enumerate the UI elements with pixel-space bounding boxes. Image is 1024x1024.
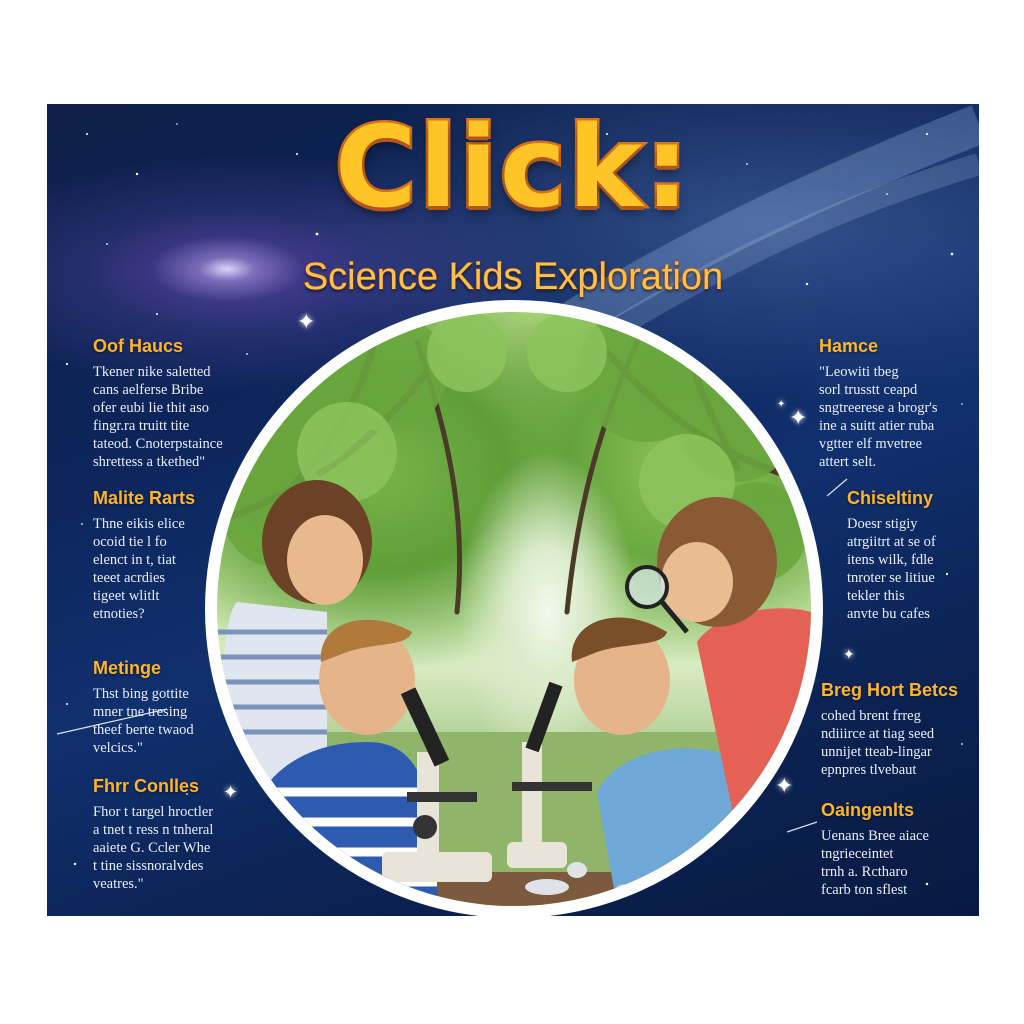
right-info-block-1: Hamce "Leowiti tbeg sorl trusstt ceapd s… (819, 336, 979, 471)
right-body-1: "Leowiti tbeg sorl trusstt ceapd sngtree… (819, 364, 938, 470)
left-info-block-1: Oof Haucs Tkener nike saletted cans aelf… (93, 336, 253, 471)
right-info-block-2: Chiseltiny Doesr stigiy atrgiitrt at se … (847, 488, 979, 623)
poster-subtitle: Science Kids Exploration (302, 256, 724, 299)
right-info-block-4: Oaingenlts Uenans Bree aiace tngrieceint… (821, 800, 979, 899)
left-heading-1: Oof Haucs (93, 336, 184, 356)
left-body-4: Fhor t targel hroctler a tnet t ress n t… (93, 804, 214, 892)
left-body-2: Thne eikis elice ocoid tie l fo elenct i… (93, 516, 185, 622)
right-info-block-3: Breg Hort Betcs cohed brent frreg ndiiir… (821, 680, 979, 779)
right-heading-2: Chiseltiny (847, 488, 934, 508)
sparkle-icon: ✦ (789, 406, 808, 431)
left-body-1: Tkener nike saletted cans aelferse Bribe… (93, 364, 223, 470)
right-heading-3: Breg Hort Betcs (821, 680, 959, 700)
kids-microscope-illustration (217, 312, 811, 906)
right-body-3: cohed brent frreg ndiiirce at tiag seed … (821, 708, 935, 778)
sparkle-icon: ✦ (775, 774, 794, 799)
right-body-4: Uenans Bree aiace tngrieceintet trnh a. … (821, 828, 929, 898)
left-info-block-2: Malite Rarts Thne eikis elice ocoid tie … (93, 488, 253, 623)
left-body-3: Thst bing gottite mner tne tresing theef… (93, 686, 194, 756)
poster-title: Click: (332, 104, 692, 233)
photo-circle (205, 300, 823, 916)
poster: Click: Science Kids Exploration Oof Hauc… (47, 104, 979, 916)
sparkle-icon: ✦ (223, 782, 239, 803)
sparkle-icon: ✦ (843, 647, 855, 663)
sparkle-icon: ✦ (297, 310, 316, 335)
sparkle-icon: ✦ (777, 399, 786, 410)
left-heading-3: Metinge (93, 658, 162, 678)
right-heading-1: Hamce (819, 336, 879, 356)
right-body-2: Doesr stigiy atrgiitrt at se of itens wi… (847, 516, 936, 622)
left-info-block-3: Metinge Thst bing gottite mner tne tresi… (93, 658, 253, 757)
left-heading-2: Malite Rarts (93, 488, 196, 508)
right-heading-4: Oaingenlts (821, 800, 915, 820)
